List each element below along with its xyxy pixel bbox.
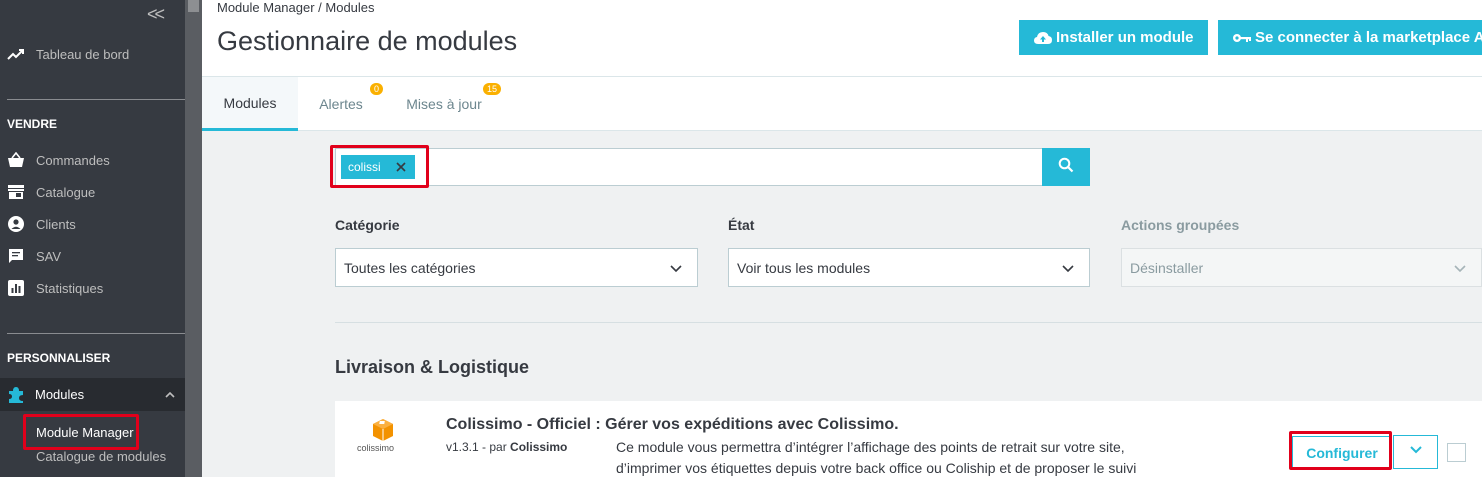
module-tabs: Modules Alertes 0 Mises à jour 15 <box>202 77 1482 131</box>
module-name: Colissimo - Officiel : Gérer vos expédit… <box>446 416 899 433</box>
key-icon <box>1232 30 1252 46</box>
bar-chart-icon <box>7 279 25 297</box>
sidebar-item-label: Modules <box>35 387 85 402</box>
sidebar-section-sell: VENDRE <box>7 117 58 131</box>
sidebar-item-sav[interactable]: SAV <box>7 244 61 268</box>
install-module-button[interactable]: Installer un module <box>1019 20 1208 55</box>
bulk-actions-select[interactable]: Désinstaller <box>1121 248 1482 287</box>
category-select-value: Toutes les catégories <box>344 259 476 276</box>
sidebar-item-label: Catalogue <box>36 184 96 200</box>
tab-modules[interactable]: Modules <box>202 77 298 131</box>
state-select[interactable]: Voir tous les modules <box>728 248 1090 287</box>
chevron-down-icon <box>1061 262 1075 274</box>
collapse-sidebar-icon[interactable]: << <box>147 4 165 25</box>
tab-alerts[interactable]: Alertes <box>309 77 373 131</box>
sidebar-item-label: Clients <box>36 216 76 232</box>
sidebar-divider <box>7 333 185 334</box>
module-version-text: v1.3.1 - par <box>446 440 511 454</box>
module-search-input[interactable] <box>335 148 1043 186</box>
module-description: Ce module vous permettra d’intégrer l’af… <box>616 439 1137 476</box>
cloud-upload-icon <box>1033 30 1053 46</box>
highlight-module-manager <box>23 414 139 450</box>
tab-label: Alertes <box>319 96 363 112</box>
module-logo-text: colissimo <box>357 443 395 453</box>
sidebar-item-orders[interactable]: Commandes <box>7 148 110 172</box>
module-select-checkbox[interactable] <box>1447 443 1466 462</box>
breadcrumb[interactable]: Module Manager / Modules <box>217 0 375 15</box>
module-author: Colissimo <box>510 440 568 454</box>
marketplace-connect-label: Se connecter à la marketplace Addons <box>1255 29 1482 46</box>
tab-updates[interactable]: Mises à jour <box>399 77 489 131</box>
search-icon <box>1058 157 1074 178</box>
alerts-count-badge: 0 <box>370 83 384 95</box>
tab-label: Mises à jour <box>406 96 482 112</box>
scrollbar-thumb[interactable] <box>188 0 199 12</box>
highlight-search-tag <box>330 145 429 188</box>
store-icon <box>7 183 25 201</box>
sidebar-divider <box>7 99 185 100</box>
search-button[interactable] <box>1042 148 1090 186</box>
puzzle-icon <box>7 386 25 404</box>
sidebar-item-customers[interactable]: Clients <box>7 212 76 236</box>
sidebar-item-dashboard[interactable]: Tableau de bord <box>7 42 129 66</box>
section-divider <box>335 322 1482 323</box>
module-version: v1.3.1 - par Colissimo <box>446 440 567 454</box>
sidebar-item-stats[interactable]: Statistiques <box>7 276 103 300</box>
account-circle-icon <box>7 215 25 233</box>
bulk-actions-value: Désinstaller <box>1130 259 1204 276</box>
bulk-actions-label: Actions groupées <box>1121 217 1240 233</box>
marketplace-connect-button[interactable]: Se connecter à la marketplace Addons <box>1218 20 1482 55</box>
category-filter-label: Catégorie <box>335 217 400 233</box>
sidebar-section-customize: PERSONNALISER <box>7 351 111 365</box>
category-section-title: Livraison & Logistique <box>335 357 530 377</box>
chevron-up-icon <box>164 388 176 400</box>
category-select[interactable]: Toutes les catégories <box>335 248 698 287</box>
chevron-down-icon <box>1409 443 1423 461</box>
sidebar-item-catalog[interactable]: Catalogue <box>7 180 95 204</box>
page-title: Gestionnaire de modules <box>217 26 518 56</box>
state-select-value: Voir tous les modules <box>737 259 871 276</box>
sidebar-item-label: SAV <box>36 248 62 264</box>
sidebar-item-modules[interactable]: Modules <box>0 378 185 411</box>
sidebar: << Tableau de bord VENDRE Commandes Cata… <box>0 0 202 477</box>
chevron-down-icon <box>1453 262 1467 274</box>
sidebar-item-label: Commandes <box>36 152 110 168</box>
sidebar-item-label: Statistiques <box>36 280 104 296</box>
state-filter-label: État <box>728 217 755 233</box>
tab-label: Modules <box>223 94 277 111</box>
chat-icon <box>7 247 25 265</box>
basket-icon <box>7 151 25 169</box>
install-module-label: Installer un module <box>1056 29 1194 46</box>
page-header: Module Manager / Modules Gestionnaire de… <box>202 0 1482 77</box>
module-actions-dropdown[interactable] <box>1393 435 1438 469</box>
sidebar-scrollbar[interactable] <box>185 0 202 477</box>
sidebar-item-label: Tableau de bord <box>36 46 130 62</box>
trending-up-icon <box>7 45 25 63</box>
sidebar-subitem-module-catalog[interactable]: Catalogue de modules <box>36 449 166 464</box>
highlight-configure-button <box>1289 431 1392 470</box>
updates-count-badge: 15 <box>483 83 502 95</box>
chevron-down-icon <box>669 262 683 274</box>
